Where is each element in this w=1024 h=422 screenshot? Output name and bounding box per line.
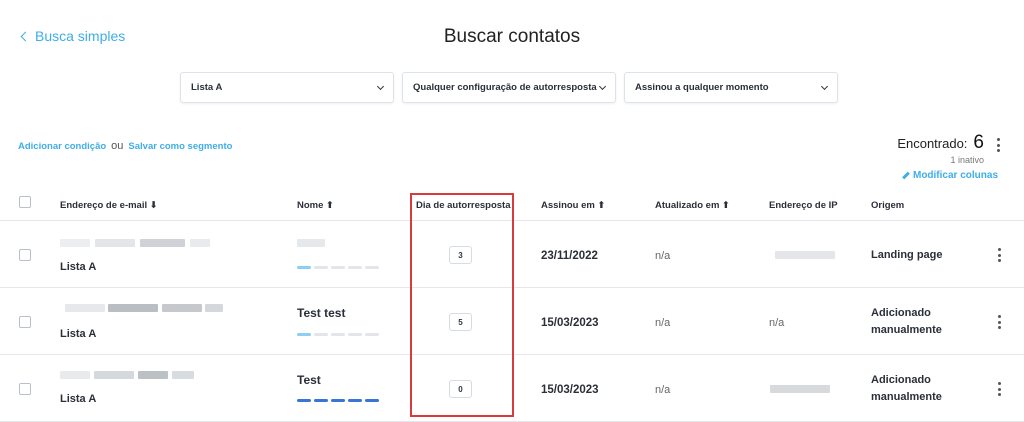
more-vertical-icon [998, 382, 1001, 396]
origin-line-1: Adicionado [871, 374, 931, 386]
condition-actions: Adicionar condição ou Salvar como segmen… [18, 140, 232, 152]
ip-address: n/a [769, 317, 785, 329]
select-all-checkbox[interactable] [19, 196, 31, 208]
more-vertical-icon [998, 248, 1001, 262]
updated-date: n/a [655, 250, 671, 262]
row-checkbox[interactable] [19, 249, 31, 261]
origin-line-2: manualmente [871, 324, 942, 336]
origin-line-1: Landing page [871, 249, 943, 261]
autoresponder-day-badge: 5 [449, 313, 472, 331]
subscription-filter-value: Assinou a qualquer momento [635, 82, 769, 93]
column-name[interactable]: Nome ⬆ [297, 200, 334, 211]
origin-line-1: Adicionado [871, 307, 931, 319]
subscribed-date: 23/11/2022 [541, 250, 598, 262]
pencil-icon [902, 171, 910, 180]
chevron-down-icon [598, 82, 607, 90]
row-more-button[interactable] [998, 315, 1001, 329]
engagement-bar [297, 266, 379, 269]
subscription-filter-select[interactable]: Assinou a qualquer momento [624, 72, 838, 103]
list-filter-select[interactable]: Lista A [180, 72, 394, 103]
more-options-button[interactable] [997, 138, 1000, 152]
updated-date: n/a [655, 317, 671, 329]
table-row[interactable]: Lista A 3 23/11/2022 n/a Landing page [0, 221, 1024, 288]
origin: Adicionado manualmente [871, 372, 942, 406]
origin: Adicionado manualmente [871, 305, 942, 339]
engagement-bar [297, 333, 379, 336]
save-segment-link[interactable]: Salvar como segmento [128, 141, 232, 152]
autoresponder-day-badge: 3 [449, 246, 472, 264]
autoresponder-filter-select[interactable]: Qualquer configuração de autorresposta [402, 72, 616, 103]
column-ip: Endereço de IP [769, 200, 838, 211]
engagement-bar [297, 399, 379, 402]
more-vertical-icon [998, 315, 1001, 329]
origin-line-2: manualmente [871, 391, 942, 403]
row-more-button[interactable] [998, 248, 1001, 262]
chevron-down-icon [820, 82, 829, 90]
column-updated[interactable]: Atualizado em ⬆ [655, 200, 730, 211]
row-checkbox[interactable] [19, 383, 31, 395]
more-vertical-icon [997, 138, 1000, 152]
origin: Landing page [871, 247, 943, 264]
updated-date: n/a [655, 384, 671, 396]
filter-bar: Lista A Qualquer configuração de autorre… [180, 72, 838, 103]
table-row[interactable]: Lista A Test 0 15/03/2023 n/a Adicionado… [0, 355, 1024, 422]
column-autoresponder-day[interactable]: Dia de autorresposta [416, 200, 511, 211]
or-text: ou [111, 140, 124, 152]
chevron-down-icon [376, 82, 385, 90]
contact-list: Lista A [60, 393, 97, 405]
subscribed-date: 15/03/2023 [541, 317, 599, 329]
row-more-button[interactable] [998, 382, 1001, 396]
found-count: 6 [973, 132, 984, 153]
row-checkbox[interactable] [19, 316, 31, 328]
autoresponder-filter-value: Qualquer configuração de autorresposta [413, 82, 597, 93]
subscribed-date: 15/03/2023 [541, 384, 599, 396]
inactive-count: 1 inativo [950, 155, 984, 165]
found-summary: Encontrado: 6 [897, 132, 984, 154]
modify-columns-label: Modificar colunas [912, 170, 998, 181]
modify-columns-link[interactable]: Modificar colunas [902, 170, 998, 181]
column-origin: Origem [871, 200, 905, 211]
add-condition-link[interactable]: Adicionar condição [18, 141, 106, 152]
contact-list: Lista A [60, 328, 97, 340]
column-email[interactable]: Endereço de e-mail ⬇ [60, 200, 158, 211]
contacts-table: Endereço de e-mail ⬇ Nome ⬆ Dia de autor… [0, 188, 1024, 422]
page-title: Buscar contatos [443, 26, 581, 47]
list-filter-value: Lista A [191, 82, 223, 93]
found-label: Encontrado: [897, 136, 968, 151]
table-header: Endereço de e-mail ⬇ Nome ⬆ Dia de autor… [0, 188, 1024, 221]
table-row[interactable]: Lista A Test test 5 15/03/2023 n/a n/a A… [0, 288, 1024, 355]
column-subscribed[interactable]: Assinou em ⬆ [541, 200, 605, 211]
contact-name: Test test [297, 306, 346, 320]
contact-list: Lista A [60, 261, 97, 273]
autoresponder-day-badge: 0 [449, 380, 472, 398]
contact-name: Test [297, 373, 321, 387]
